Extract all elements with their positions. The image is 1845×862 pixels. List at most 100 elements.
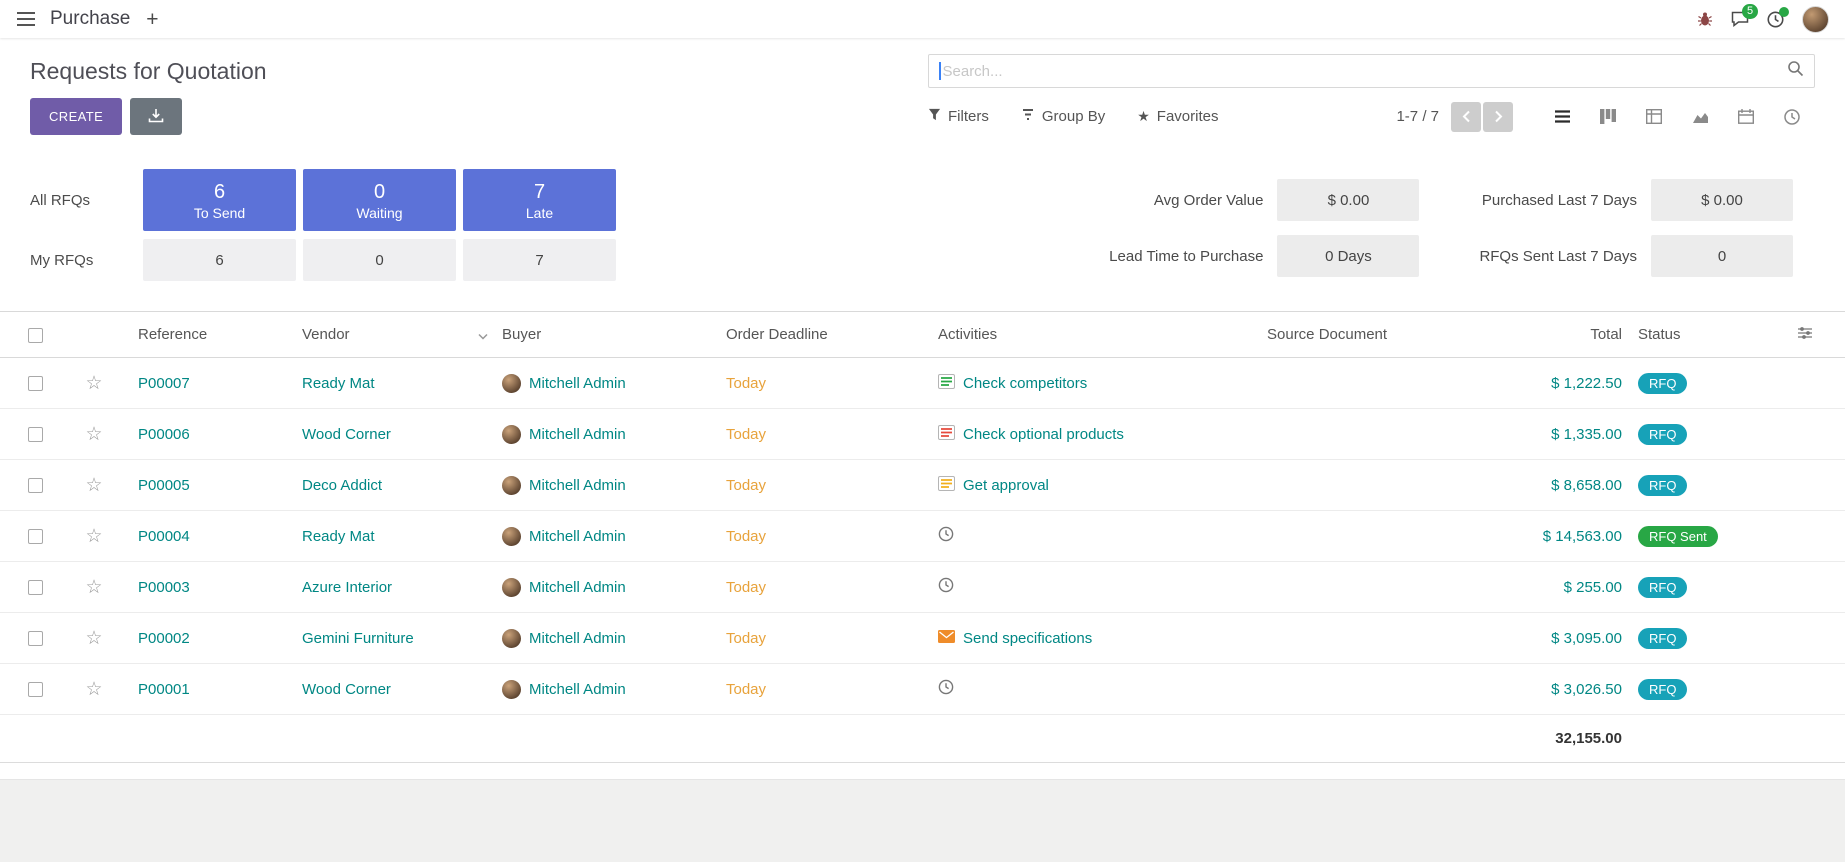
activity-clock-icon[interactable] <box>938 526 954 546</box>
header-source-document[interactable]: Source Document <box>1259 312 1506 358</box>
my-waiting-count[interactable]: 0 <box>303 239 456 281</box>
calendar-view-icon[interactable] <box>1723 100 1769 134</box>
table-row[interactable]: ☆ P00002 Gemini Furniture Mitchell Admin… <box>0 613 1845 664</box>
order-deadline-value: Today <box>726 477 766 494</box>
row-checkbox[interactable] <box>28 427 43 442</box>
activity-list-icon[interactable] <box>938 476 955 495</box>
search-icon[interactable] <box>1787 60 1804 82</box>
vendor-link[interactable]: Azure Interior <box>302 579 392 596</box>
tile-waiting[interactable]: 0 Waiting <box>303 169 456 231</box>
buyer-link[interactable]: Mitchell Admin <box>529 681 626 698</box>
debug-bug-icon[interactable] <box>1697 11 1713 27</box>
header-vendor[interactable]: Vendor <box>294 312 494 358</box>
app-name[interactable]: Purchase <box>50 8 130 30</box>
activity-clock-icon[interactable] <box>938 679 954 699</box>
vendor-link[interactable]: Wood Corner <box>302 681 391 698</box>
star-column-header <box>70 312 118 358</box>
create-button[interactable]: CREATE <box>30 98 122 135</box>
apps-menu-icon[interactable] <box>16 11 36 27</box>
group-by-icon <box>1021 108 1035 125</box>
favorite-star-icon[interactable]: ☆ <box>85 424 102 445</box>
header-activities[interactable]: Activities <box>930 312 1259 358</box>
header-buyer[interactable]: Buyer <box>494 312 718 358</box>
favorite-star-icon[interactable]: ☆ <box>85 679 102 700</box>
activity-clock-icon[interactable] <box>938 577 954 597</box>
tile-to-send[interactable]: 6 To Send <box>143 169 296 231</box>
buyer-link[interactable]: Mitchell Admin <box>529 426 626 443</box>
reference-link[interactable]: P00005 <box>138 477 190 494</box>
pager-range: 1-7 / 7 <box>1396 108 1439 125</box>
export-download-button[interactable] <box>130 98 182 135</box>
activities-clock-icon[interactable] <box>1767 11 1784 28</box>
select-all-checkbox[interactable] <box>28 328 43 343</box>
activity-list-icon[interactable] <box>938 374 955 393</box>
buyer-link[interactable]: Mitchell Admin <box>529 579 626 596</box>
favorite-star-icon[interactable]: ☆ <box>85 475 102 496</box>
table-row[interactable]: ☆ P00007 Ready Mat Mitchell Admin Today … <box>0 358 1845 409</box>
messages-icon[interactable]: 5 <box>1731 11 1749 27</box>
vendor-link[interactable]: Deco Addict <box>302 477 382 494</box>
activity-view-icon[interactable] <box>1769 100 1815 134</box>
vendor-link[interactable]: Gemini Furniture <box>302 630 414 647</box>
activity-label[interactable]: Get approval <box>963 477 1049 494</box>
row-checkbox[interactable] <box>28 529 43 544</box>
optional-columns-button[interactable] <box>1765 312 1845 358</box>
vendor-link[interactable]: Ready Mat <box>302 375 375 392</box>
status-badge: RFQ <box>1638 373 1687 394</box>
my-to-send-count[interactable]: 6 <box>143 239 296 281</box>
favorites-button[interactable]: ★ Favorites <box>1137 108 1218 125</box>
table-row[interactable]: ☆ P00006 Wood Corner Mitchell Admin Toda… <box>0 409 1845 460</box>
search-bar[interactable] <box>928 54 1815 88</box>
source-document-cell <box>1259 409 1506 460</box>
kanban-view-icon[interactable] <box>1585 100 1631 134</box>
favorite-star-icon[interactable]: ☆ <box>85 373 102 394</box>
buyer-link[interactable]: Mitchell Admin <box>529 630 626 647</box>
table-row[interactable]: ☆ P00003 Azure Interior Mitchell Admin T… <box>0 562 1845 613</box>
vendor-link[interactable]: Wood Corner <box>302 426 391 443</box>
row-checkbox[interactable] <box>28 631 43 646</box>
header-order-deadline[interactable]: Order Deadline <box>718 312 930 358</box>
tile-late[interactable]: 7 Late <box>463 169 616 231</box>
reference-link[interactable]: P00007 <box>138 375 190 392</box>
my-late-count[interactable]: 7 <box>463 239 616 281</box>
reference-link[interactable]: P00001 <box>138 681 190 698</box>
buyer-link[interactable]: Mitchell Admin <box>529 528 626 545</box>
row-checkbox[interactable] <box>28 376 43 391</box>
buyer-link[interactable]: Mitchell Admin <box>529 477 626 494</box>
table-row[interactable]: ☆ P00001 Wood Corner Mitchell Admin Toda… <box>0 664 1845 715</box>
favorite-star-icon[interactable]: ☆ <box>85 577 102 598</box>
favorite-star-icon[interactable]: ☆ <box>85 628 102 649</box>
filters-button[interactable]: Filters <box>928 108 989 125</box>
reference-link[interactable]: P00002 <box>138 630 190 647</box>
list-view-icon[interactable] <box>1539 100 1585 134</box>
table-row[interactable]: ☆ P00004 Ready Mat Mitchell Admin Today … <box>0 511 1845 562</box>
buyer-link[interactable]: Mitchell Admin <box>529 375 626 392</box>
row-checkbox[interactable] <box>28 682 43 697</box>
activity-mail-icon[interactable] <box>938 630 955 647</box>
activity-label[interactable]: Check optional products <box>963 426 1124 443</box>
reference-link[interactable]: P00006 <box>138 426 190 443</box>
reference-link[interactable]: P00003 <box>138 579 190 596</box>
vendor-link[interactable]: Ready Mat <box>302 528 375 545</box>
user-avatar[interactable] <box>1802 6 1829 33</box>
row-checkbox[interactable] <box>28 478 43 493</box>
search-input[interactable] <box>943 63 1788 80</box>
graph-view-icon[interactable] <box>1677 100 1723 134</box>
row-checkbox[interactable] <box>28 580 43 595</box>
pager-previous-button[interactable] <box>1451 102 1481 132</box>
header-status[interactable]: Status <box>1630 312 1765 358</box>
header-reference[interactable]: Reference <box>118 312 294 358</box>
pager-next-button[interactable] <box>1483 102 1513 132</box>
activity-list-icon[interactable] <box>938 425 955 444</box>
activity-label[interactable]: Send specifications <box>963 630 1092 647</box>
reference-link[interactable]: P00004 <box>138 528 190 545</box>
group-by-button[interactable]: Group By <box>1021 108 1105 125</box>
activity-label[interactable]: Check competitors <box>963 375 1087 392</box>
my-rfqs-label: My RFQs <box>30 252 136 269</box>
plus-icon[interactable]: + <box>146 9 158 30</box>
header-total[interactable]: Total <box>1506 312 1630 358</box>
sort-caret-icon[interactable] <box>478 326 488 343</box>
table-row[interactable]: ☆ P00005 Deco Addict Mitchell Admin Toda… <box>0 460 1845 511</box>
pivot-view-icon[interactable] <box>1631 100 1677 134</box>
favorite-star-icon[interactable]: ☆ <box>85 526 102 547</box>
